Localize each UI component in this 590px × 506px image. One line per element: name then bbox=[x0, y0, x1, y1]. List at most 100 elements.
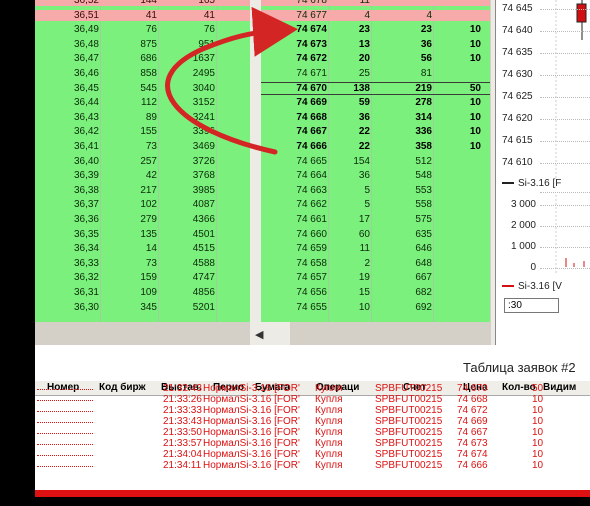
right-book-row[interactable]: 74 669 59 278 10 bbox=[261, 97, 490, 108]
right-book-cell: 358 bbox=[415, 141, 432, 152]
left-book-row[interactable]: 36,48 875 951 bbox=[35, 39, 250, 50]
order-cell-security: НормалSi-3.16 [FOR' bbox=[203, 416, 300, 427]
right-book-cell: 278 bbox=[415, 97, 432, 109]
left-book-cell: 36,39 bbox=[73, 170, 99, 182]
order-cell-security: НормалSi-3.16 [FOR' bbox=[203, 449, 300, 460]
order-row[interactable]: 21:32:43 НормалSi-3.16 [FOR' Купля SPBFUT00… bbox=[35, 384, 590, 394]
interval-field[interactable]: :30 bbox=[504, 298, 559, 313]
left-book-row[interactable]: 36,52 144 165 bbox=[35, 0, 250, 7]
left-book-row[interactable]: 36,30 345 5201 bbox=[35, 302, 250, 313]
gridline bbox=[540, 9, 590, 11]
right-book-row[interactable]: 74 677 4 4 bbox=[261, 9, 490, 21]
gridline bbox=[540, 163, 590, 165]
left-book-row[interactable]: 36,39 42 3768 bbox=[35, 170, 250, 181]
right-book-row[interactable]: 74 655 10 692 bbox=[261, 302, 490, 313]
right-book-cell: 74 660 bbox=[296, 228, 327, 240]
left-book-row[interactable]: 36,37 102 4087 bbox=[35, 199, 250, 210]
right-book-cell: 74 673 bbox=[296, 38, 327, 50]
right-book-row[interactable]: 74 664 36 548 bbox=[261, 170, 490, 181]
right-book-cell: 10 bbox=[469, 38, 481, 50]
right-book-row[interactable]: 74 663 5 553 bbox=[261, 185, 490, 196]
left-book-cell: 159 bbox=[140, 272, 157, 284]
scroll-left-arrow-icon[interactable]: ◀ bbox=[255, 328, 263, 341]
price-axis-tick: 74 620 bbox=[502, 113, 533, 124]
row-placeholder bbox=[37, 389, 93, 390]
left-book-row[interactable]: 36,42 155 3396 bbox=[35, 126, 250, 137]
order-row[interactable]: 21:33:33 НормалSi-3.16 [FOR' Купля SPBFUT00… bbox=[35, 406, 590, 416]
right-book-row[interactable]: 74 657 19 667 bbox=[261, 272, 490, 283]
right-book-row[interactable]: 74 678 11 bbox=[261, 0, 490, 7]
right-book-row[interactable]: 74 667 22 336 10 bbox=[261, 126, 490, 137]
right-book-row[interactable]: 74 665 154 512 bbox=[261, 156, 490, 167]
right-book-cell: 11 bbox=[359, 243, 370, 255]
left-book-row[interactable]: 36,46 858 2495 bbox=[35, 68, 250, 79]
order-row[interactable]: 21:33:26 НормалSi-3.16 [FOR' Купля SPBFUT00… bbox=[35, 395, 590, 405]
right-book-row[interactable]: 74 660 60 635 bbox=[261, 229, 490, 240]
left-book-cell: 36,30 bbox=[73, 301, 99, 313]
left-book-row[interactable]: 36,33 73 4588 bbox=[35, 258, 250, 269]
price-axis-tick: 74 625 bbox=[502, 91, 533, 102]
right-book-row[interactable]: 74 670 138 219 50 bbox=[261, 81, 490, 95]
status-strip bbox=[35, 490, 590, 497]
left-book-row[interactable]: 36,38 217 3985 bbox=[35, 185, 250, 196]
left-book-cell: 135 bbox=[140, 228, 157, 240]
right-book-row[interactable]: 74 661 17 575 bbox=[261, 214, 490, 225]
order-cell-price: 74 668 bbox=[457, 394, 488, 405]
right-book-row[interactable]: 74 668 36 314 10 bbox=[261, 112, 490, 123]
left-book-row[interactable]: 36,43 89 3241 bbox=[35, 112, 250, 123]
left-book-row[interactable]: 36,49 76 76 bbox=[35, 24, 250, 35]
right-book-row[interactable]: 74 671 25 81 bbox=[261, 68, 490, 79]
left-book-cell: 257 bbox=[140, 155, 157, 167]
order-row[interactable]: 21:33:50 НормалSi-3.16 [FOR' Купля SPBFUT00… bbox=[35, 428, 590, 438]
right-book-row[interactable]: 74 662 5 558 bbox=[261, 199, 490, 210]
order-row[interactable]: 21:33:43 НормалSi-3.16 [FOR' Купля SPBFUT00… bbox=[35, 417, 590, 427]
right-book-cell: 646 bbox=[415, 243, 432, 255]
right-book-row[interactable]: 74 672 20 56 10 bbox=[261, 53, 490, 64]
left-book-row[interactable]: 36,34 14 4515 bbox=[35, 243, 250, 254]
right-book-cell: 74 659 bbox=[296, 243, 327, 255]
order-book-right[interactable]: 74 678 11 74 677 4 4 74 674 23 23 10 74 673 13 36 10… bbox=[261, 0, 490, 322]
left-book-row[interactable]: 36,47 686 1637 bbox=[35, 53, 250, 64]
right-book-row[interactable]: 74 673 13 36 10 bbox=[261, 39, 490, 50]
order-row[interactable]: 21:34:11 НормалSi-3.16 [FOR' Купля SPBFUT00… bbox=[35, 461, 590, 471]
left-book-row[interactable]: 36,35 135 4501 bbox=[35, 229, 250, 240]
left-book-cell: 76 bbox=[145, 24, 157, 36]
left-book-row[interactable]: 36,36 279 4366 bbox=[35, 214, 250, 225]
left-book-row[interactable]: 36,44 112 3152 bbox=[35, 97, 250, 108]
left-book-row[interactable]: 36,45 545 3040 bbox=[35, 83, 250, 94]
left-book-cell: 3726 bbox=[192, 155, 215, 167]
left-book-cell: 89 bbox=[145, 111, 157, 123]
right-book-row[interactable]: 74 666 22 358 10 bbox=[261, 141, 490, 152]
right-book-cell: 13 bbox=[358, 38, 370, 50]
right-book-cell: 74 663 bbox=[296, 184, 327, 196]
left-book-cell: 4747 bbox=[192, 272, 215, 284]
left-book-row[interactable]: 36,32 159 4747 bbox=[35, 272, 250, 283]
order-cell-account: SPBFUT00215 bbox=[375, 427, 443, 438]
order-row[interactable]: 21:34:04 НормалSi-3.16 [FOR' Купля SPBFUT00… bbox=[35, 450, 590, 460]
right-book-cell: 336 bbox=[415, 126, 432, 138]
chart-panel[interactable]: Si-3.16 [F Si-3.16 [V :30 74 645 74 640 74… bbox=[495, 0, 590, 345]
order-book-left[interactable]: 36,52 144 165 36,51 41 41 36,49 76 76 36,48 875 951… bbox=[35, 0, 250, 322]
left-book-cell: 36,41 bbox=[73, 141, 99, 152]
right-book-cell: 17 bbox=[358, 214, 370, 225]
order-cell-account: SPBFUT00215 bbox=[375, 449, 443, 460]
order-row[interactable]: 21:33:57 НормалSi-3.16 [FOR' Купля SPBFUT00… bbox=[35, 439, 590, 449]
price-axis-tick: 74 610 bbox=[502, 157, 533, 168]
left-book-cell: 41 bbox=[203, 9, 215, 21]
right-book-row[interactable]: 74 674 23 23 10 bbox=[261, 24, 490, 35]
left-book-row[interactable]: 36,51 41 41 bbox=[35, 9, 250, 21]
order-cell-qty: 10 bbox=[532, 427, 544, 438]
right-book-cell: 11 bbox=[359, 0, 370, 6]
right-book-row[interactable]: 74 659 11 646 bbox=[261, 243, 490, 254]
right-book-row[interactable]: 74 658 2 648 bbox=[261, 258, 490, 269]
left-book-row[interactable]: 36,40 257 3726 bbox=[35, 156, 250, 167]
row-placeholder bbox=[37, 466, 93, 467]
left-book-row[interactable]: 36,31 109 4856 bbox=[35, 287, 250, 298]
left-book-row[interactable]: 36,41 73 3469 bbox=[35, 141, 250, 152]
left-book-cell: 3985 bbox=[192, 184, 215, 196]
order-cell-op: Купля bbox=[315, 427, 343, 438]
right-book-row[interactable]: 74 656 15 682 bbox=[261, 287, 490, 298]
left-book-cell: 36,48 bbox=[73, 38, 99, 50]
left-book-cell: 102 bbox=[140, 199, 157, 211]
left-book-cell: 3768 bbox=[192, 170, 215, 182]
